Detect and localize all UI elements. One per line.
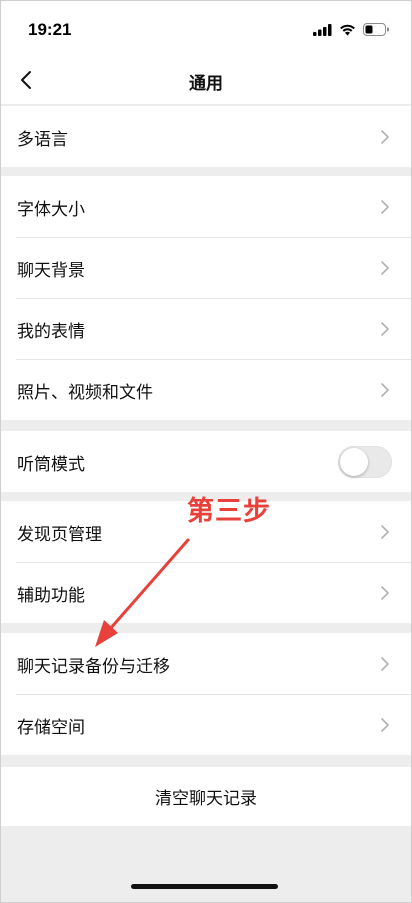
nav-bar: 通用: [0, 56, 412, 104]
chevron-right-icon: [381, 383, 389, 397]
annotation-step-label: 第三步: [187, 496, 271, 527]
chevron-right-icon: [381, 718, 389, 732]
setting-row-accessibility[interactable]: 辅助功能: [0, 562, 412, 623]
setting-label: 多语言: [17, 130, 68, 150]
settings-group-language: 多语言: [0, 106, 412, 167]
setting-label: 照片、视频和文件: [17, 383, 153, 403]
chevron-right-icon: [381, 586, 389, 600]
setting-label: 我的表情: [17, 322, 85, 342]
wifi-icon: [340, 24, 355, 35]
setting-row-media-files[interactable]: 照片、视频和文件: [0, 359, 412, 420]
setting-label: 字体大小: [17, 200, 85, 220]
settings-group-display: 字体大小 聊天背景 我的表情 照片、视频和文件: [0, 176, 412, 420]
settings-group-earpiece: 听筒模式: [0, 431, 412, 492]
setting-label: 辅助功能: [17, 586, 85, 606]
signal-icon: [313, 23, 332, 36]
setting-label: 聊天记录备份与迁移: [17, 657, 170, 677]
chevron-right-icon: [381, 657, 389, 671]
chevron-right-icon: [381, 261, 389, 275]
setting-label: 存储空间: [17, 718, 85, 738]
chevron-right-icon: [381, 322, 389, 336]
setting-row-font-size[interactable]: 字体大小: [0, 176, 412, 237]
chevron-right-icon: [381, 130, 389, 144]
page-title: 通用: [189, 74, 223, 94]
setting-row-language[interactable]: 多语言: [0, 106, 412, 167]
setting-row-chat-backup-migration[interactable]: 聊天记录备份与迁移: [0, 633, 412, 694]
setting-label: 聊天背景: [17, 261, 85, 281]
status-time: 19:21: [28, 20, 72, 39]
chevron-right-icon: [381, 525, 389, 539]
home-indicator[interactable]: [131, 884, 278, 889]
setting-row-storage[interactable]: 存储空间: [0, 694, 412, 755]
settings-group-storage: 聊天记录备份与迁移 存储空间: [0, 633, 412, 755]
setting-label: 听筒模式: [17, 455, 85, 475]
clear-chat-history-label: 清空聊天记录: [155, 789, 257, 809]
clear-chat-history-button[interactable]: 清空聊天记录: [0, 767, 412, 826]
status-bar: 19:21: [0, 0, 412, 56]
setting-row-my-stickers[interactable]: 我的表情: [0, 298, 412, 359]
chevron-right-icon: [381, 200, 389, 214]
toggle-knob: [340, 448, 368, 476]
setting-label: 发现页管理: [17, 525, 102, 545]
setting-row-chat-background[interactable]: 聊天背景: [0, 237, 412, 298]
earpiece-mode-toggle[interactable]: [338, 446, 392, 478]
battery-icon: [363, 23, 389, 36]
status-icons: [313, 23, 390, 36]
setting-row-earpiece-mode: 听筒模式: [0, 431, 412, 492]
